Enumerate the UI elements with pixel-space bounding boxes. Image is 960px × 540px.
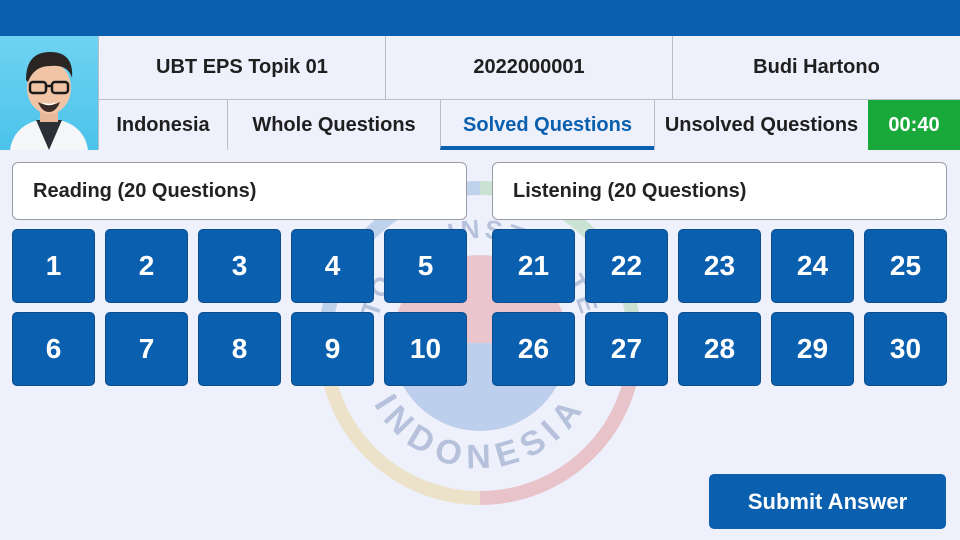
listening-section-header: Listening (20 Questions) bbox=[492, 162, 947, 220]
question-button[interactable]: 8 bbox=[198, 312, 281, 386]
tab-solved-questions[interactable]: Solved Questions bbox=[440, 100, 654, 150]
question-button[interactable]: 6 bbox=[12, 312, 95, 386]
avatar-image bbox=[10, 52, 88, 150]
question-button[interactable]: 28 bbox=[678, 312, 761, 386]
question-button[interactable]: 9 bbox=[291, 312, 374, 386]
reading-section-header: Reading (20 Questions) bbox=[12, 162, 467, 220]
question-button[interactable]: 23 bbox=[678, 229, 761, 303]
question-button[interactable]: 24 bbox=[771, 229, 854, 303]
exam-header: UBT EPS Topik 01 2022000001 Budi Hartono… bbox=[0, 36, 960, 150]
question-button[interactable]: 29 bbox=[771, 312, 854, 386]
tab-language[interactable]: Indonesia bbox=[98, 100, 227, 150]
candidate-avatar bbox=[0, 36, 98, 150]
exam-title: UBT EPS Topik 01 bbox=[98, 36, 385, 100]
question-button[interactable]: 4 bbox=[291, 229, 374, 303]
question-button[interactable]: 3 bbox=[198, 229, 281, 303]
candidate-name: Budi Hartono bbox=[672, 36, 960, 100]
question-button[interactable]: 25 bbox=[864, 229, 947, 303]
countdown-timer: 00:40 bbox=[868, 100, 960, 150]
question-button[interactable]: 30 bbox=[864, 312, 947, 386]
question-button[interactable]: 22 bbox=[585, 229, 668, 303]
candidate-id: 2022000001 bbox=[385, 36, 672, 100]
question-button[interactable]: 1 bbox=[12, 229, 95, 303]
top-bar bbox=[0, 0, 960, 36]
question-button[interactable]: 5 bbox=[384, 229, 467, 303]
question-button[interactable]: 27 bbox=[585, 312, 668, 386]
question-button[interactable]: 10 bbox=[384, 312, 467, 386]
question-button[interactable]: 26 bbox=[492, 312, 575, 386]
submit-answer-button[interactable]: Submit Answer bbox=[709, 474, 946, 529]
tab-whole-questions[interactable]: Whole Questions bbox=[227, 100, 440, 150]
question-button[interactable]: 21 bbox=[492, 229, 575, 303]
tab-unsolved-questions[interactable]: Unsolved Questions bbox=[654, 100, 868, 150]
question-button[interactable]: 7 bbox=[105, 312, 188, 386]
question-button[interactable]: 2 bbox=[105, 229, 188, 303]
